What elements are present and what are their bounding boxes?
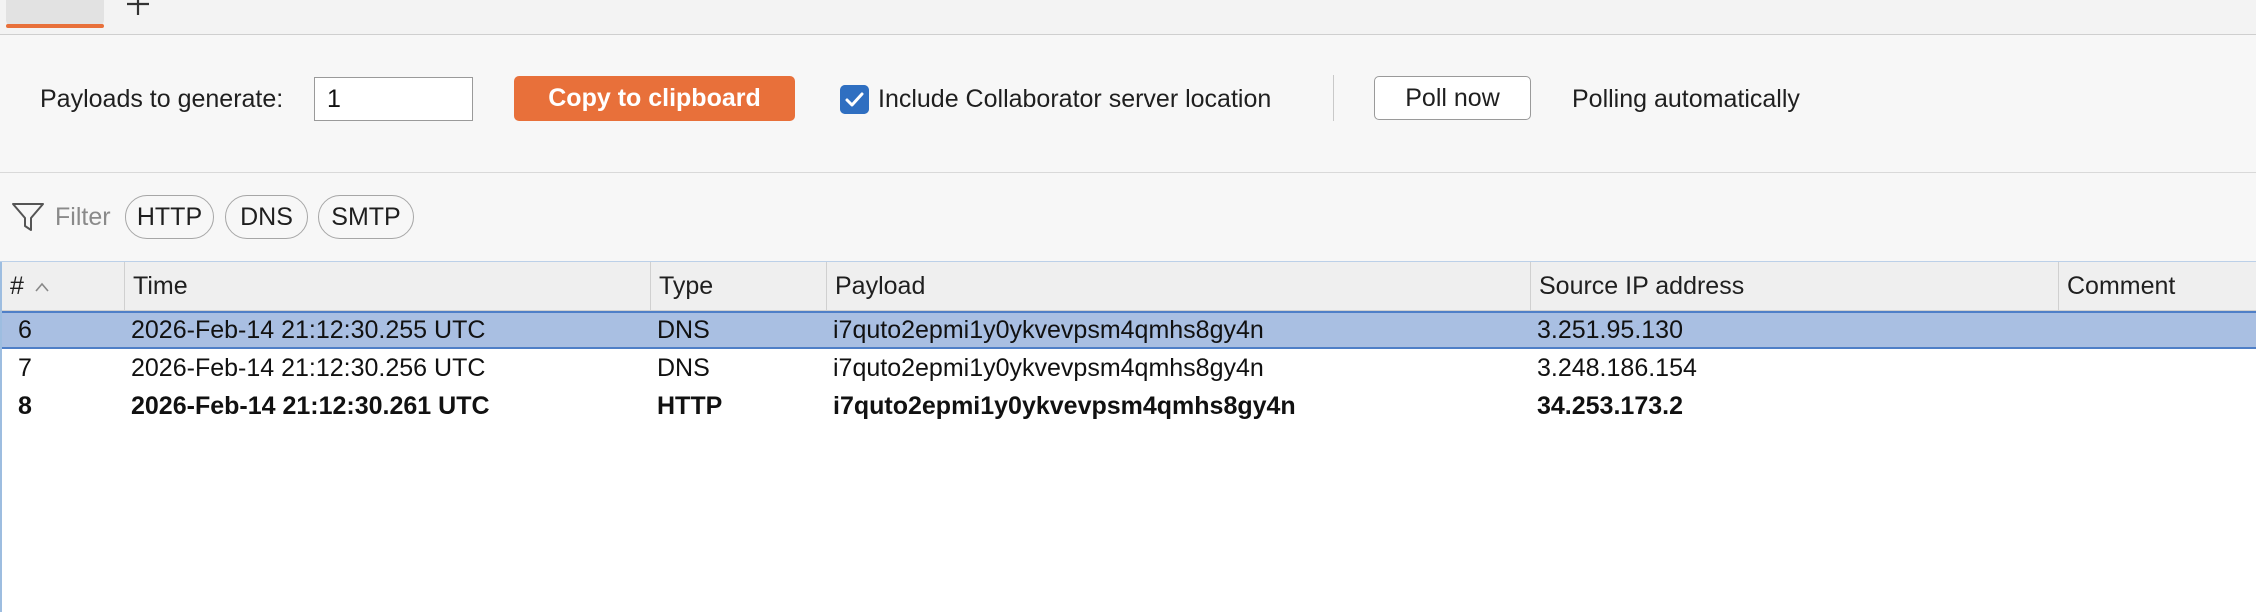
plus-icon[interactable]	[124, 0, 152, 18]
cell-type: DNS	[657, 316, 710, 344]
polling-status: Polling automatically	[1572, 85, 1800, 113]
cell-source-ip: 34.253.173.2	[1537, 392, 1683, 420]
table-header: # Time Type Payload Source IP address Co…	[2, 262, 2256, 311]
cell-comment[interactable]	[2057, 349, 2065, 387]
column-header-payload[interactable]: Payload	[827, 262, 1531, 310]
column-header-source-ip[interactable]: Source IP address	[1531, 262, 2059, 310]
cell-number: 6	[18, 316, 32, 344]
toolbar-divider	[1333, 75, 1334, 121]
cell-comment[interactable]	[2057, 313, 2065, 351]
interactions-table: # Time Type Payload Source IP address Co…	[0, 262, 2256, 612]
column-header-comment[interactable]: Comment	[2059, 262, 2256, 310]
close-icon[interactable]: ×	[66, 0, 79, 2]
table-row[interactable]: 6 2026-Feb-14 21:12:30.255 UTC DNS i7qut…	[2, 311, 2256, 349]
filter-chip-dns[interactable]: DNS	[225, 195, 308, 239]
include-location-checkbox[interactable]	[840, 85, 869, 114]
column-header-time[interactable]: Time	[125, 262, 651, 310]
cell-source-ip: 3.251.95.130	[1537, 316, 1683, 344]
tab-strip: 1 ×	[0, 0, 2256, 35]
filter-icon[interactable]	[10, 199, 46, 235]
table-row[interactable]: 8 2026-Feb-14 21:12:30.261 UTC HTTP i7qu…	[2, 387, 2256, 425]
filter-bar: Filter HTTP DNS SMTP	[0, 173, 2256, 262]
cell-payload: i7quto2epmi1y0ykvevpsm4qmhs8gy4n	[833, 392, 1296, 420]
cell-time: 2026-Feb-14 21:12:30.256 UTC	[131, 354, 486, 382]
cell-payload: i7quto2epmi1y0ykvevpsm4qmhs8gy4n	[833, 354, 1264, 382]
tab-label: 1	[36, 0, 49, 2]
filter-label[interactable]: Filter	[55, 202, 111, 232]
active-tab-indicator	[6, 24, 104, 28]
filter-chip-http[interactable]: HTTP	[125, 195, 214, 239]
poll-now-button[interactable]: Poll now	[1374, 76, 1531, 120]
cell-time: 2026-Feb-14 21:12:30.261 UTC	[131, 392, 490, 420]
cell-time: 2026-Feb-14 21:12:30.255 UTC	[131, 316, 486, 344]
cell-type: DNS	[657, 354, 710, 382]
table-row[interactable]: 7 2026-Feb-14 21:12:30.256 UTC DNS i7qut…	[2, 349, 2256, 387]
collaborator-controls: Payloads to generate: Copy to clipboard …	[0, 35, 2256, 173]
cell-number: 7	[18, 354, 32, 382]
column-header-type[interactable]: Type	[651, 262, 827, 310]
column-header-number[interactable]: #	[2, 262, 125, 310]
cell-payload: i7quto2epmi1y0ykvevpsm4qmhs8gy4n	[833, 316, 1264, 344]
cell-number: 8	[18, 392, 32, 420]
sort-ascending-icon	[35, 283, 49, 292]
filter-chip-smtp[interactable]: SMTP	[318, 195, 414, 239]
tab-1[interactable]: 1 ×	[6, 0, 104, 26]
include-location-label[interactable]: Include Collaborator server location	[878, 84, 1271, 114]
cell-source-ip: 3.248.186.154	[1537, 354, 1697, 382]
cell-type: HTTP	[657, 392, 723, 420]
cell-comment[interactable]	[2057, 387, 2065, 425]
copy-to-clipboard-button[interactable]: Copy to clipboard	[514, 76, 795, 121]
payloads-count-input[interactable]	[314, 77, 473, 121]
column-header-label: #	[10, 272, 24, 300]
payloads-label: Payloads to generate:	[40, 85, 284, 113]
